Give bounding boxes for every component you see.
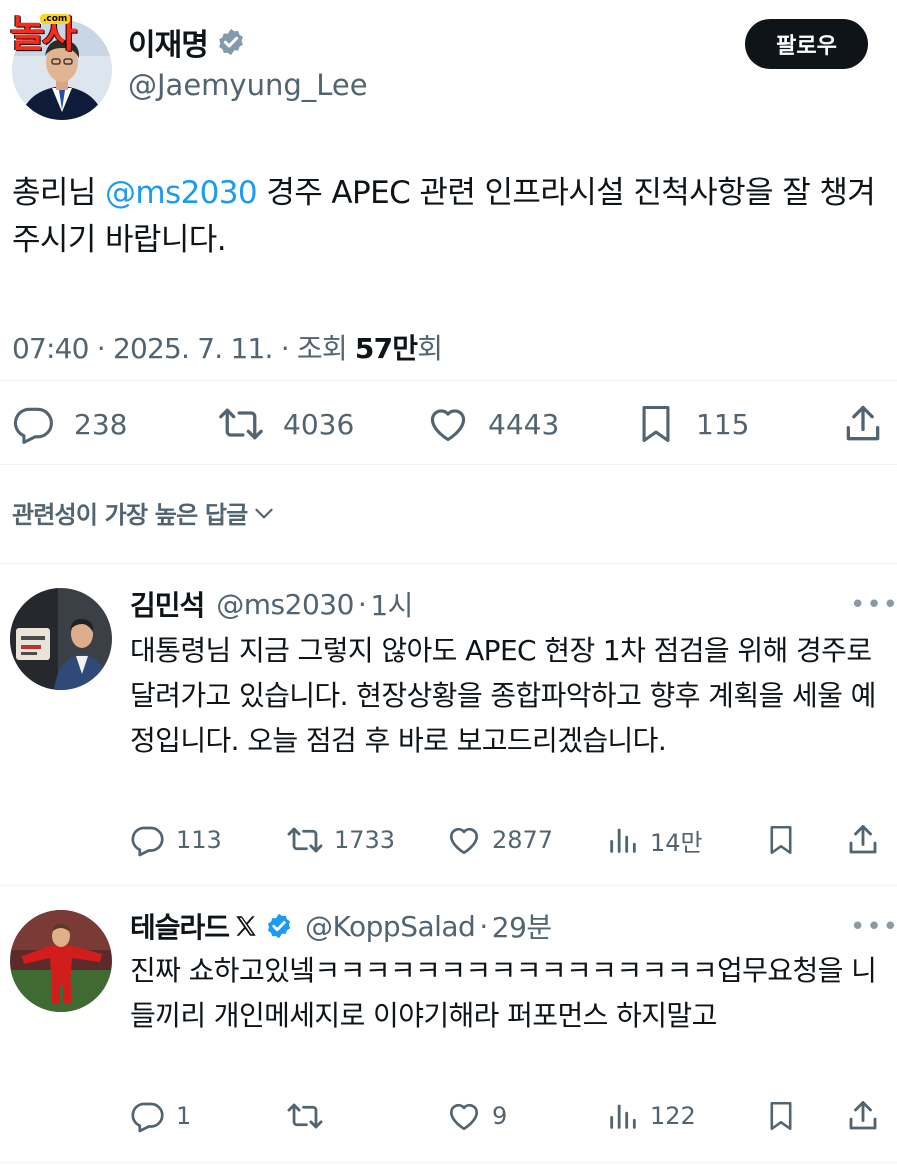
reply-sort-label: 관련성이 가장 높은 답글 (12, 501, 248, 529)
reply-button[interactable]: 1 (130, 1096, 191, 1136)
analytics-icon (610, 1104, 636, 1129)
reply-author-handle[interactable]: @KoppSalad (305, 910, 476, 943)
share-icon (849, 1101, 877, 1130)
reply-avatar[interactable] (10, 910, 112, 1012)
author-name[interactable]: 이재명 (128, 20, 209, 64)
reply-author-handle[interactable]: @ms2030 (216, 588, 354, 621)
verified-gray-badge-icon (216, 27, 246, 57)
like-button[interactable]: 4443 (426, 401, 559, 447)
bookmark-button[interactable] (764, 820, 798, 860)
reply-avatar[interactable] (10, 588, 112, 690)
divider (0, 885, 897, 886)
heart-icon (430, 409, 466, 442)
analytics-icon (610, 828, 636, 853)
reply-sort-dropdown[interactable]: 관련성이 가장 높은 답글 (12, 495, 277, 530)
heart-icon (449, 1103, 479, 1131)
separator-dot: · (479, 909, 488, 943)
repost-count: 1733 (334, 826, 396, 854)
tweet-text-before: 총리님 (12, 175, 106, 211)
like-count: 2877 (492, 826, 554, 854)
views-button[interactable]: 14만 (606, 820, 703, 860)
like-button[interactable]: 9 (446, 1096, 507, 1136)
reply-count: 1 (176, 1102, 192, 1130)
separator-dot: · (357, 587, 367, 621)
mention-link[interactable]: @ms2030 (105, 175, 258, 211)
chevron-down-icon (255, 508, 274, 518)
reply-author-name[interactable]: 테슬라드 (130, 906, 230, 946)
reply-time[interactable]: 1시 (370, 584, 413, 624)
repost-icon (287, 827, 323, 853)
divider (0, 380, 897, 381)
reply-count: 113 (176, 826, 222, 854)
author-handle[interactable]: @Jaemyung_Lee (128, 68, 368, 102)
share-icon (849, 825, 877, 854)
bookmark-button[interactable] (764, 1096, 798, 1136)
views-count: 122 (650, 1102, 696, 1130)
follow-button[interactable]: 팔로우 (745, 19, 868, 69)
reply-icon (13, 407, 53, 444)
divider (0, 1162, 897, 1163)
divider (0, 563, 897, 564)
verified-badge-icon (265, 912, 293, 940)
reply-icon (131, 1102, 164, 1133)
bookmark-count: 115 (696, 407, 750, 441)
repost-button[interactable]: 4036 (217, 401, 354, 447)
reply-author-name[interactable]: 김민석 (130, 584, 205, 624)
share-button[interactable] (841, 401, 885, 447)
bookmark-icon (770, 1101, 792, 1131)
reply-header: 테슬라드 @KoppSalad · 29분 (130, 906, 552, 946)
reply-button[interactable]: 113 (130, 820, 222, 860)
reply-time[interactable]: 29분 (492, 906, 552, 946)
more-options-icon[interactable]: ••• (850, 914, 897, 940)
repost-button[interactable] (286, 1096, 334, 1136)
reply-text: 대통령님 지금 그렇지 않아도 APEC 현장 1차 점검을 위해 경주로 달려… (130, 634, 876, 757)
watermark-suffix: .com (40, 14, 71, 24)
repost-icon (287, 1103, 323, 1129)
repost-icon (219, 408, 263, 440)
repost-count: 4036 (283, 407, 355, 441)
reply-button[interactable]: 238 (12, 401, 127, 447)
reply-count: 238 (74, 407, 128, 441)
watermark-logo: 놀자 .com (10, 12, 120, 56)
bookmark-button[interactable]: 115 (634, 401, 749, 447)
reply-header: 김민석 @ms2030 · 1시 (130, 584, 413, 624)
reply-text: 진짜 쇼하고있넼ㅋㅋㅋㅋㅋㅋㅋㅋㅋㅋㅋㅋㅋㅋㅋㅋ업무요청을 니들끼리 개인메세지… (130, 954, 877, 1032)
like-count: 9 (492, 1102, 508, 1130)
views-count: 14만 (650, 828, 703, 857)
tweet-text: 총리님 @ms2030 경주 APEC 관련 인프라시설 진척사항을 잘 챙겨주… (12, 170, 882, 264)
like-count: 4443 (488, 407, 560, 441)
x-logo-icon (233, 913, 259, 939)
tweet-time[interactable]: 07:40 · 2025. 7. 11. · 조회 (12, 332, 355, 365)
bookmark-icon (770, 825, 792, 855)
like-button[interactable]: 2877 (446, 820, 553, 860)
share-button[interactable] (845, 820, 881, 860)
share-button[interactable] (845, 1096, 881, 1136)
share-icon (846, 405, 880, 441)
views-button[interactable]: 122 (606, 1096, 696, 1136)
divider (0, 464, 897, 465)
more-options-icon[interactable]: ••• (850, 592, 897, 618)
tweet-meta: 07:40 · 2025. 7. 11. · 조회 57만회 (12, 327, 443, 367)
author-name-row: 이재명 (128, 20, 246, 64)
view-count: 57만 (354, 332, 418, 365)
heart-icon (449, 827, 479, 855)
view-suffix: 회 (417, 332, 443, 365)
bookmark-icon (642, 405, 670, 443)
repost-button[interactable]: 1733 (286, 820, 395, 860)
reply-icon (131, 826, 164, 857)
